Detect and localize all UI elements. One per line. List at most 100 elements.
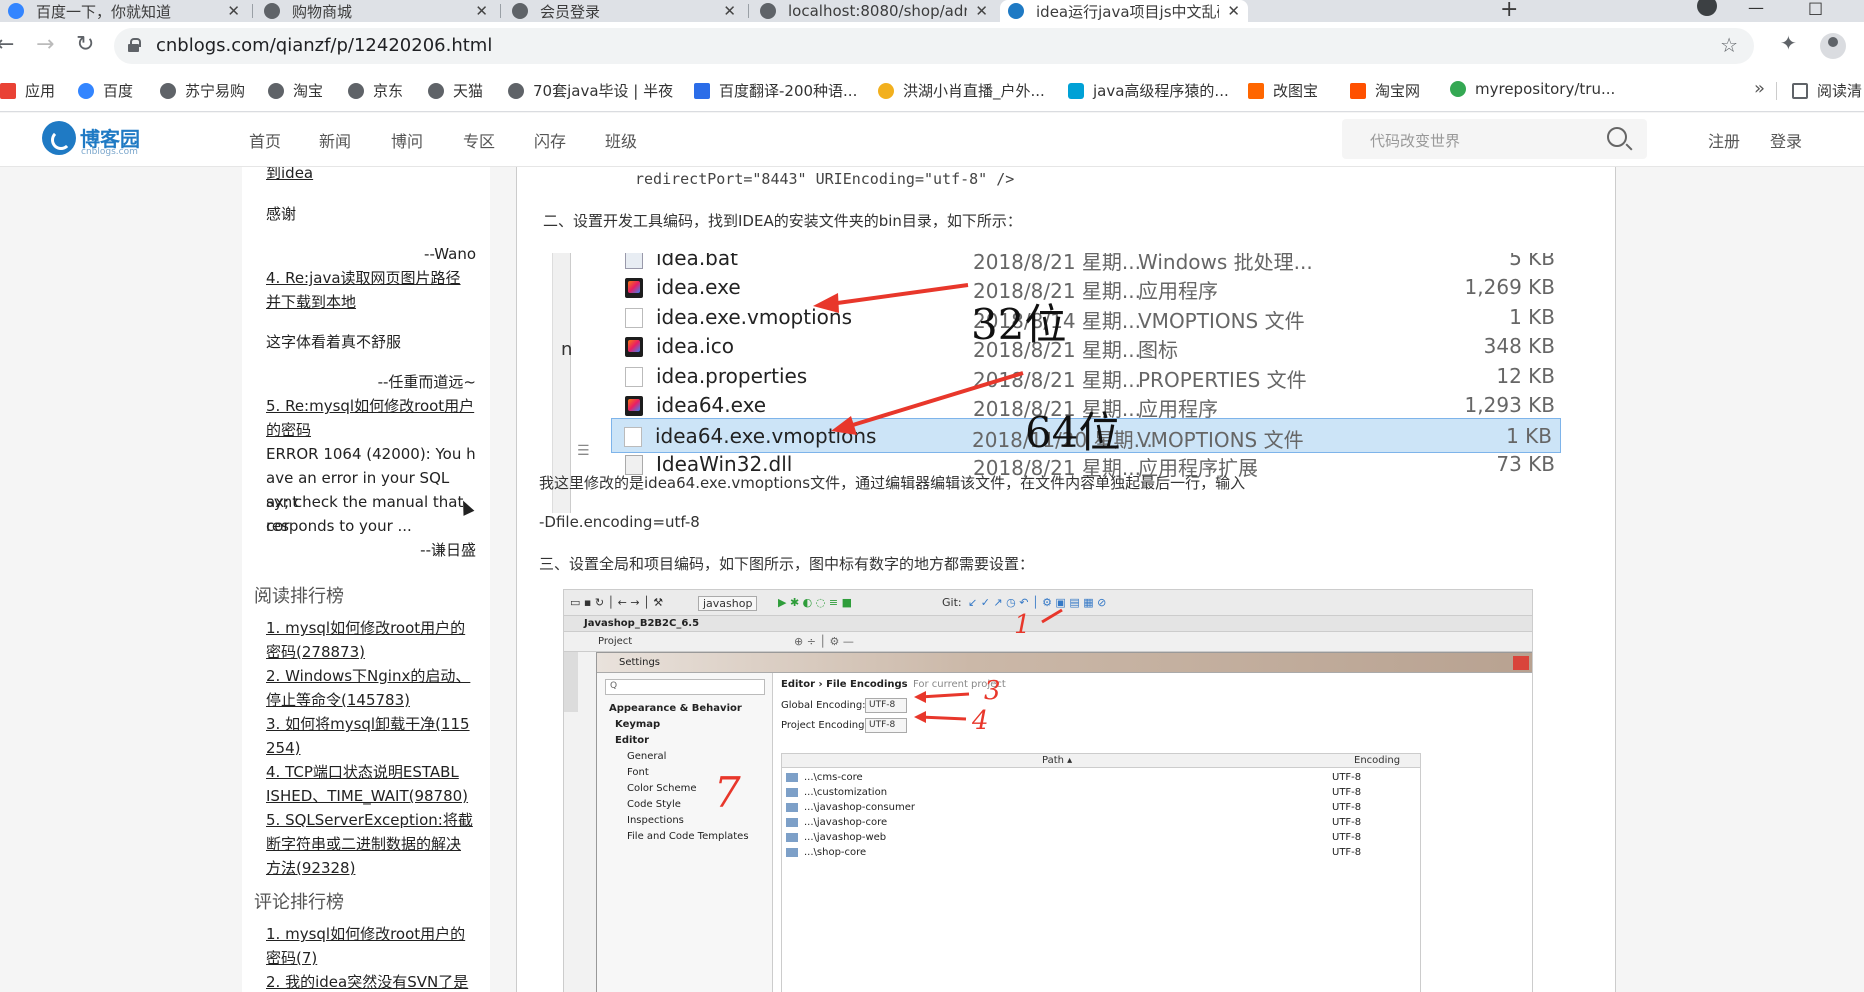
read-rank-item[interactable]: 密码(278873) [266, 640, 476, 664]
step3-paragraph: 三、设置全局和项目编码，如下图所示，图中标有数字的地方都需要设置： [539, 555, 1035, 573]
comment-author[interactable]: --任重而道远~ [266, 370, 476, 394]
address-bar[interactable]: cnblogs.com/qianzf/p/12420206.html ☆ [114, 28, 1754, 64]
globe-icon [512, 3, 528, 19]
bookmark-baidu-translate[interactable]: 百度翻译-200种语... [694, 80, 857, 101]
comment-rank-item[interactable]: 1. mysql如何修改root用户的 [266, 922, 476, 946]
bookmark-baidu[interactable]: 百度 [78, 80, 133, 101]
comment-link[interactable]: 5. Re:mysql如何修改root用户 [266, 394, 476, 418]
settings-red-arrows [914, 608, 1063, 723]
new-tab-button[interactable]: + [1500, 0, 1518, 22]
nav-home[interactable]: 首页 [249, 128, 281, 152]
comment-link[interactable]: 到idea [266, 167, 476, 185]
nav-flash[interactable]: 闪存 [534, 128, 566, 152]
comment-rank-item[interactable]: 2. 我的idea突然没有SVN了是 [266, 970, 476, 992]
tab-title: 百度一下，你就知道 [36, 2, 172, 21]
tab-strip: 百度一下，你就知道 ✕ 购物商城 ✕ 会员登录 ✕ localhost:8080… [0, 0, 1864, 22]
url-text[interactable]: cnblogs.com/qianzf/p/12420206.html [156, 35, 492, 56]
bookmark-jd[interactable]: 京东 [348, 80, 403, 101]
comment-text: 这字体看着真不舒服 [266, 333, 402, 351]
nav-class[interactable]: 班级 [605, 128, 637, 152]
tab-baidu[interactable]: 百度一下，你就知道 ✕ [0, 0, 248, 22]
comment-link[interactable]: 的密码 [266, 418, 476, 442]
bookmark-label: 70套java毕设 | 半夜 [533, 82, 674, 100]
cnblogs-logo-icon[interactable] [42, 121, 76, 155]
reading-list-icon [1792, 82, 1808, 99]
bookmark-suning[interactable]: 苏宁易购 [160, 80, 245, 101]
taobao-icon [1350, 82, 1366, 99]
read-rank-item[interactable]: 1. mysql如何修改root用户的 [266, 616, 476, 640]
bookmark-label: java高级程序猿的... [1093, 82, 1229, 100]
read-rank-item[interactable]: 3. 如何将mysql卸载干净(115 [266, 712, 476, 736]
tab-member-login[interactable]: 会员登录 ✕ [504, 0, 744, 22]
comment-rank-item[interactable]: 密码(7) [266, 946, 476, 970]
globe-icon [428, 82, 444, 99]
bookmark-taobao[interactable]: 淘宝 [268, 80, 323, 101]
arrowhead-32bit [813, 293, 839, 313]
bookmark-label: 改图宝 [1273, 82, 1319, 100]
read-rank-item[interactable]: 停止等命令(145783) [266, 688, 476, 712]
read-rank-title: 阅读排行榜 [254, 586, 344, 607]
chrome-icon [1450, 81, 1466, 97]
baidu-paw-icon [78, 82, 94, 99]
bookmark-live[interactable]: 洪湖小肖直播_户外... [878, 80, 1045, 101]
close-icon[interactable]: ✕ [975, 2, 988, 20]
bookmark-gaitubao[interactable]: 改图宝 [1248, 80, 1318, 101]
reload-icon[interactable]: ↻ [76, 32, 94, 57]
tab-localhost-admin[interactable]: localhost:8080/shop/admin/ad ✕ [752, 0, 996, 22]
bookmark-java-projects[interactable]: 70套java毕设 | 半夜 [508, 80, 673, 101]
register-link[interactable]: 注册 [1708, 128, 1740, 152]
nav-news[interactable]: 新闻 [319, 128, 351, 152]
bookmark-tmall[interactable]: 天猫 [428, 80, 483, 101]
read-rank-item[interactable]: 断字符串或二进制数据的解决 [266, 832, 476, 856]
extensions-icon[interactable]: ✦ [1780, 31, 1797, 55]
comment-author[interactable]: --Wano [266, 242, 476, 266]
read-rank-item[interactable]: ISHED、TIME_WAIT(98780) [266, 784, 476, 808]
comment-rank-title: 评论排行榜 [254, 892, 344, 913]
globe-icon [508, 82, 524, 99]
login-link[interactable]: 登录 [1770, 128, 1802, 152]
arrowhead-3 [914, 691, 926, 703]
bookmark-star-icon[interactable]: ☆ [1720, 33, 1738, 57]
close-icon[interactable]: ✕ [227, 2, 240, 20]
bookmark-myrepository[interactable]: myrepository/tru... [1450, 80, 1615, 98]
comment-text: 感谢 [266, 205, 297, 223]
read-rank-item[interactable]: 5. SQLServerException:将截 [266, 808, 476, 832]
step2-paragraph: 二、设置开发工具编码，找到IDEA的安装文件夹的bin目录，如下所示： [543, 212, 1022, 230]
maximize-icon[interactable]: □ [1808, 0, 1823, 17]
comment-link[interactable]: 4. Re:java读取网页图片路径 [266, 266, 476, 290]
read-rank-item[interactable]: 2. Windows下Nginx的启动、 [266, 664, 476, 688]
close-icon[interactable]: ✕ [1227, 2, 1240, 20]
bookmark-label: 应用 [25, 82, 56, 100]
back-icon[interactable]: ← [0, 32, 14, 57]
read-rank-item[interactable]: 4. TCP端口状态说明ESTABL [266, 760, 476, 784]
reading-list[interactable]: 阅读清 [1792, 80, 1862, 101]
bookmark-label: 京东 [373, 82, 404, 100]
close-icon[interactable]: ✕ [475, 2, 488, 20]
tab-shop[interactable]: 购物商城 ✕ [256, 0, 496, 22]
search-icon[interactable] [1607, 127, 1627, 147]
minimize-icon[interactable]: — [1748, 0, 1764, 17]
comment-link[interactable]: 并下载到本地 [266, 290, 476, 314]
profile-avatar-icon[interactable] [1820, 33, 1846, 59]
comment-author[interactable]: --谦日盛 [266, 538, 476, 562]
site-search-input[interactable]: 代码改变世界 [1342, 119, 1647, 159]
close-icon[interactable]: ✕ [723, 2, 736, 20]
cnblogs-icon [1008, 3, 1024, 19]
tab-cnblogs-active[interactable]: idea运行java项目js中文乱码如何 ✕ [1000, 0, 1248, 22]
read-rank-item[interactable]: 方法(92328) [266, 856, 476, 880]
bookmarks-more-icon[interactable]: » [1754, 78, 1765, 99]
nav-ask[interactable]: 博问 [391, 128, 423, 152]
arrowhead-64bit [831, 416, 857, 435]
globe-icon [264, 3, 280, 19]
lock-icon[interactable] [128, 38, 141, 52]
forward-icon[interactable]: → [36, 32, 54, 57]
bookmark-apps[interactable]: 应用 [0, 80, 55, 101]
bookmark-taobaowang[interactable]: 淘宝网 [1350, 80, 1420, 101]
read-rank-item[interactable]: 254) [266, 736, 476, 760]
nav-zone[interactable]: 专区 [463, 128, 495, 152]
bookmark-bilibili[interactable]: java高级程序猿的... [1068, 80, 1229, 101]
instruction-paragraph: 我这里修改的是idea64.exe.vmoptions文件，通过编辑器编辑该文件… [539, 474, 1246, 492]
site-header: 博客园 cnblogs.com 首页 新闻 博问 专区 闪存 班级 代码改变世界… [0, 113, 1864, 167]
tab-search-icon[interactable] [1697, 0, 1717, 16]
article-body: redirectPort="8443" URIEncoding="utf-8" … [516, 167, 1616, 992]
